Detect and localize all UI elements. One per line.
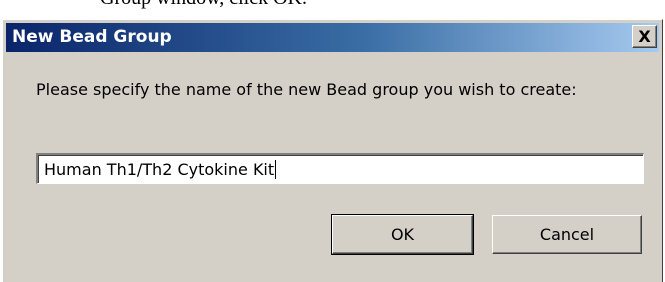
cancel-button-label: Cancel	[539, 225, 595, 244]
new-bead-group-dialog: New Bead Group X Please specify the name…	[2, 19, 663, 282]
group-name-input[interactable]: Human Th1/Th2 Cytokine Kit	[36, 153, 644, 184]
cancel-button[interactable]: Cancel	[492, 215, 642, 254]
ok-button[interactable]: OK	[331, 214, 474, 255]
close-button[interactable]: X	[632, 25, 657, 48]
ok-button-label: OK	[390, 225, 415, 244]
text-caret	[275, 160, 277, 179]
title-bar[interactable]: New Bead Group X	[6, 23, 659, 52]
background-document-text: Group window, click OK.	[100, 0, 307, 10]
prompt-label: Please specify the name of the new Bead …	[36, 80, 577, 99]
group-name-value: Human Th1/Th2 Cytokine Kit	[44, 160, 275, 179]
dialog-title: New Bead Group	[12, 27, 172, 47]
close-icon: X	[638, 27, 651, 46]
